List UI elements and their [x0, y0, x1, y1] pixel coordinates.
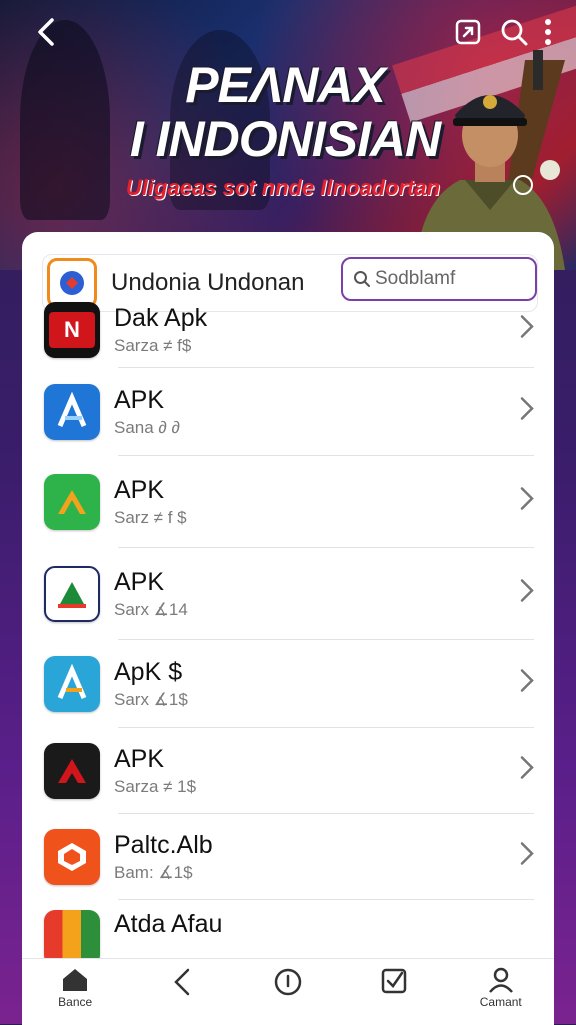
search-icon: [354, 271, 370, 287]
chevron-right-icon: [520, 487, 534, 518]
nav-home-label: Bance: [58, 995, 93, 1009]
app-meta: Bam: ∡1$: [114, 863, 193, 882]
nav-account-label: Camant: [479, 995, 522, 1009]
user-icon: [488, 967, 513, 993]
info-icon: [274, 968, 302, 996]
list-item[interactable]: APK Sarx ∡14: [22, 548, 554, 640]
back-icon[interactable]: [28, 14, 64, 50]
app-name: APK: [114, 476, 165, 504]
hero-title-line2: I INDONISIAN: [129, 111, 441, 167]
app-meta: Sarza ≠ f$: [114, 336, 192, 355]
app-name: Paltc.Alb: [114, 831, 213, 859]
app-name: Atda Afau: [114, 910, 223, 938]
app-name: ApK $: [114, 658, 183, 686]
cyan-a-logo-icon: [44, 656, 100, 712]
home-icon: [63, 969, 88, 991]
green-triangle-logo-icon: [44, 474, 100, 530]
hero-title-line1: PEΛNAX: [185, 57, 386, 113]
app-name: Dak Apk: [114, 304, 208, 332]
bottom-navigation: Bance Camant: [22, 958, 554, 1025]
app-list: N Dak Apk Sarza ≠ f$ APK Sana ∂ ∂ APK Sa…: [22, 302, 554, 966]
nav-back[interactable]: [142, 959, 222, 1019]
nav-home[interactable]: Bance: [35, 959, 115, 1019]
black-red-logo-icon: [44, 743, 100, 799]
green-emblem-logo-icon: [44, 566, 100, 622]
list-item[interactable]: N Dak Apk Sarza ≠ f$: [22, 292, 554, 368]
hero-title: PEΛNAX I INDONISIAN: [120, 58, 450, 166]
chevron-left-icon: [173, 968, 189, 996]
app-meta: Sarza ≠ 1$: [114, 777, 197, 796]
chevron-right-icon: [520, 842, 534, 873]
app-meta: Sarz ≠ f $: [114, 508, 187, 527]
red-logo-icon: N: [44, 302, 100, 358]
chevron-right-icon: [520, 315, 534, 346]
list-item[interactable]: APK Sana ∂ ∂: [22, 368, 554, 456]
blue-a-logo-icon: [44, 384, 100, 440]
chevron-right-icon: [520, 756, 534, 787]
chevron-right-icon: [520, 579, 534, 610]
checkbox-icon: [382, 968, 407, 994]
nav-tasks[interactable]: [354, 959, 434, 1019]
app-list-card: Undonia Undonan Sodblamf N Dak Apk Sarza…: [22, 232, 554, 1024]
nav-info[interactable]: [248, 959, 328, 1019]
app-meta: Sana ∂ ∂: [114, 418, 180, 437]
app-meta: Sarx ∡14: [114, 600, 188, 619]
list-item[interactable]: APK Sarza ≠ 1$: [22, 728, 554, 814]
chevron-right-icon: [520, 397, 534, 428]
app-name: APK: [114, 386, 165, 414]
orange-shield-logo-icon: [44, 829, 100, 885]
list-item[interactable]: Paltc.Alb Bam: ∡1$: [22, 814, 554, 900]
app-meta: Sarx ∡1$: [114, 690, 188, 709]
nav-account[interactable]: Camant: [461, 959, 541, 1019]
list-item[interactable]: APK Sarz ≠ f $: [22, 456, 554, 548]
hero-banner: PEΛNAX I INDONISIAN Uligaeas sot nnde Il…: [0, 0, 576, 270]
list-item[interactable]: ApK $ Sarx ∡1$: [22, 640, 554, 728]
app-name: APK: [114, 745, 165, 773]
chevron-right-icon: [520, 669, 534, 700]
app-name: APK: [114, 568, 165, 596]
search-placeholder: Sodblamf: [375, 268, 456, 289]
hero-subtitle: Uligaeas sot nnde Ilnoadortan: [125, 175, 441, 200]
list-item[interactable]: Atda Afau: [22, 900, 554, 966]
